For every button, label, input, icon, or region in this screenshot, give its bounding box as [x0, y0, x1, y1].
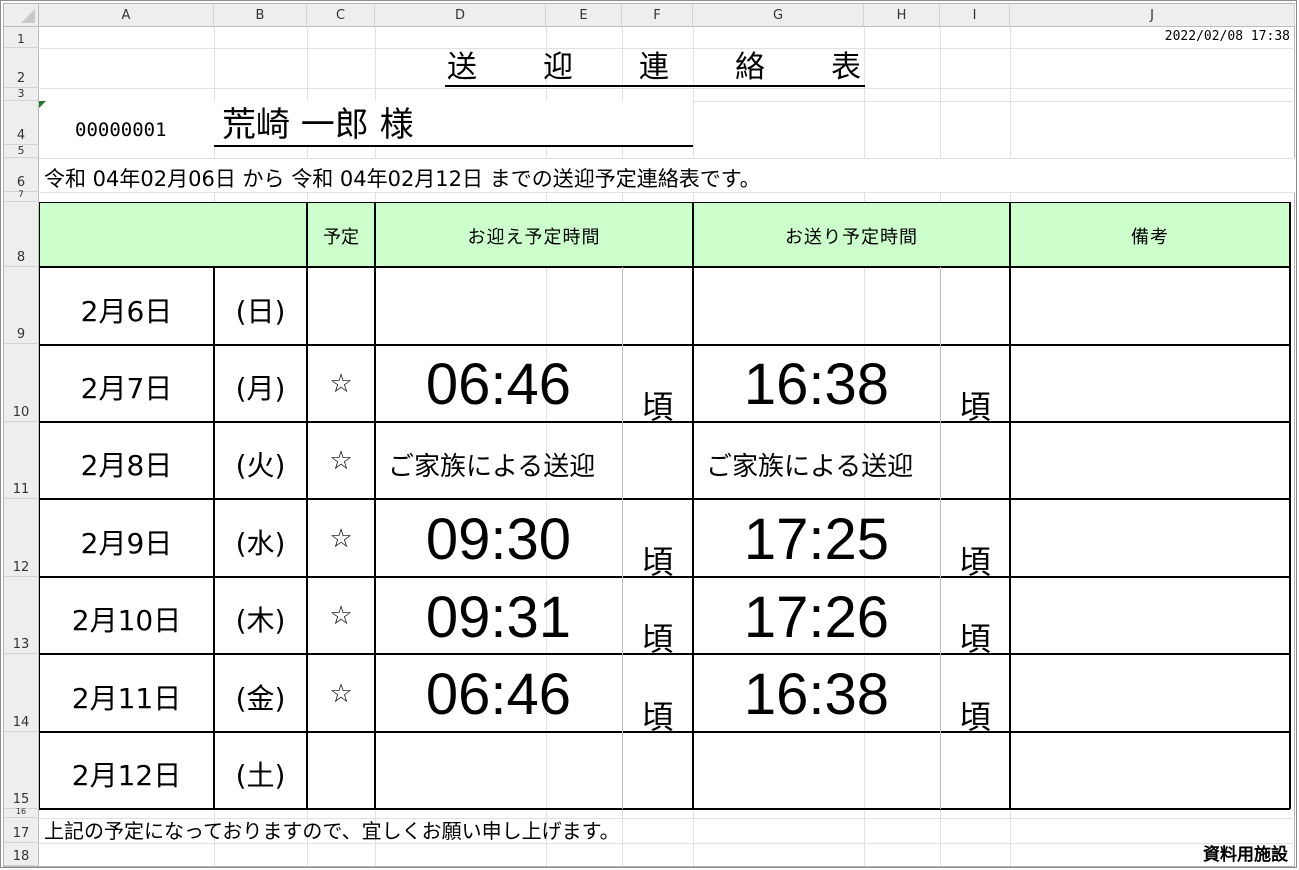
select-all-triangle-icon: [21, 9, 35, 23]
dropoff-time: 17:25: [743, 507, 890, 572]
column-header-g[interactable]: G: [693, 4, 864, 27]
dropoff-time: 16:38: [743, 662, 890, 727]
row-header-9[interactable]: 9: [4, 267, 39, 344]
column-header-h[interactable]: H: [864, 4, 940, 27]
row-header-10[interactable]: 10: [4, 344, 39, 422]
date-cell: 2月8日: [80, 449, 173, 482]
schedule-mark: ☆: [329, 679, 353, 709]
table-border: [39, 202, 1290, 203]
facility-name: 資料用施設: [1203, 845, 1288, 865]
date-cell: 2月9日: [80, 527, 173, 560]
customer-id: 00000001: [75, 119, 167, 141]
weekday-cell: (金): [235, 682, 286, 715]
row-header-11[interactable]: 11: [4, 422, 39, 499]
pickup-suffix: 頃: [641, 698, 674, 736]
column-header-i[interactable]: I: [940, 4, 1010, 27]
gridline: [39, 48, 1295, 49]
row-header-17[interactable]: 17: [4, 818, 39, 843]
header-pickup-time: お迎え予定時間: [467, 227, 601, 248]
weekday-cell: (火): [235, 449, 286, 482]
column-header-c[interactable]: C: [307, 4, 375, 27]
pickup-suffix: 頃: [641, 620, 674, 658]
weekday-cell: (木): [235, 604, 286, 637]
gridline: [39, 88, 1295, 89]
row-header-13[interactable]: 13: [4, 577, 39, 654]
pickup-note: ご家族による送迎: [388, 452, 596, 482]
table-border: [39, 498, 1290, 500]
column-header-b[interactable]: B: [214, 4, 307, 27]
pickup-suffix: 頃: [641, 543, 674, 581]
weekday-cell: (月): [235, 372, 286, 405]
schedule-mark: ☆: [329, 601, 353, 631]
row-header-14[interactable]: 14: [4, 654, 39, 732]
dropoff-time: 17:26: [743, 585, 890, 650]
table-border: [1289, 202, 1291, 809]
row-header-5[interactable]: 5: [4, 145, 39, 158]
column-header-f[interactable]: F: [622, 4, 693, 27]
date-cell: 2月10日: [71, 604, 182, 637]
pickup-time: 06:46: [425, 352, 572, 417]
cell-comment-indicator: [39, 101, 46, 108]
row-header-7[interactable]: 7: [4, 191, 39, 202]
row-header-16[interactable]: 16: [4, 808, 39, 818]
page-title: 送 迎 連 絡 表: [445, 50, 865, 87]
weekday-cell: (土): [235, 759, 286, 792]
header-scheduled: 予定: [323, 227, 359, 248]
dropoff-suffix: 頃: [958, 388, 991, 426]
schedule-mark: ☆: [329, 524, 353, 554]
header-dropoff-time: お送り予定時間: [785, 227, 918, 248]
row-header-4[interactable]: 4: [4, 101, 39, 145]
row-header-18[interactable]: 18: [4, 843, 39, 866]
pickup-time: 09:31: [425, 585, 572, 650]
date-cell: 2月11日: [71, 682, 182, 715]
dropoff-suffix: 頃: [958, 620, 991, 658]
select-all-corner[interactable]: [4, 4, 39, 27]
table-border: [39, 266, 1290, 268]
timestamp: 2022/02/08 17:38: [1164, 29, 1290, 44]
date-cell: 2月12日: [71, 759, 182, 792]
weekday-cell: (水): [235, 527, 286, 560]
table-border: [39, 808, 1290, 810]
row-header-12[interactable]: 12: [4, 499, 39, 577]
row-header-1[interactable]: 1: [4, 27, 39, 48]
pickup-time: 06:46: [425, 662, 572, 727]
column-header-e[interactable]: E: [546, 4, 622, 27]
row-header-6[interactable]: 6: [4, 158, 39, 192]
column-header-j[interactable]: J: [1010, 4, 1295, 27]
name-underline: [214, 145, 693, 147]
header-remarks: 備考: [1131, 227, 1169, 248]
date-cell: 2月6日: [80, 295, 173, 328]
pickup-suffix: 頃: [641, 388, 674, 426]
column-header-d[interactable]: D: [375, 4, 546, 27]
dropoff-suffix: 頃: [958, 543, 991, 581]
schedule-mark: ☆: [329, 446, 353, 476]
period-text: 令和 04年02月06日 から 令和 04年02月12日 までの送迎予定連絡表で…: [44, 167, 761, 191]
row-header-15[interactable]: 15: [4, 732, 39, 809]
footer-message: 上記の予定になっておりますので、宜しくお願い申し上げます。: [44, 819, 620, 843]
column-header-a[interactable]: A: [39, 4, 214, 27]
schedule-mark: ☆: [329, 369, 353, 399]
customer-name: 荒崎 一郎 様: [222, 105, 414, 145]
row-header-2[interactable]: 2: [4, 48, 39, 88]
row-header-8[interactable]: 8: [4, 202, 39, 267]
weekday-cell: (日): [235, 295, 286, 328]
table-border: [39, 344, 1290, 346]
pickup-time: 09:30: [425, 507, 572, 572]
dropoff-time: 16:38: [743, 352, 890, 417]
dropoff-suffix: 頃: [958, 698, 991, 736]
date-cell: 2月7日: [80, 372, 173, 405]
row-header-3[interactable]: 3: [4, 88, 39, 101]
dropoff-note: ご家族による送迎: [706, 452, 914, 482]
